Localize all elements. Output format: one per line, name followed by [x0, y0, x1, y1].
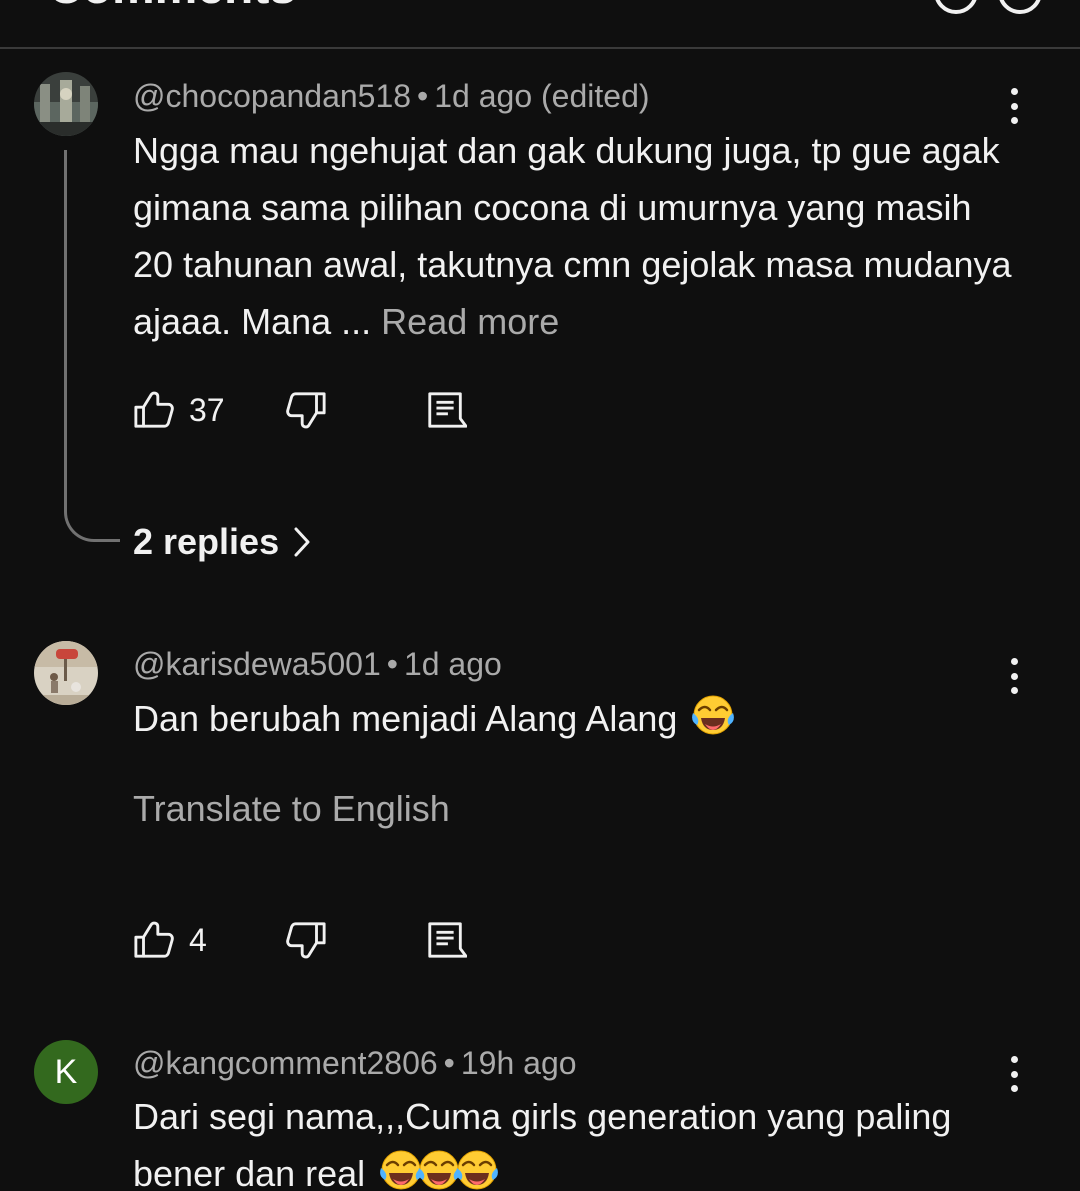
replies-count: 2 replies [133, 521, 280, 562]
comment-text: Dari segi nama,,,Cuma girls generation y… [133, 1096, 952, 1191]
like-count: 4 [189, 922, 207, 958]
comment-meta: @chocopandan518 • 1d ago (edited) [133, 78, 650, 114]
translate-link[interactable]: Translate to English [133, 791, 450, 827]
comment-text: Dan berubah menjadi Alang Alang [133, 690, 1013, 747]
comment-time: 1d ago [403, 646, 502, 682]
avatar[interactable] [34, 72, 98, 136]
comment-time: 1d ago (edited) [434, 78, 650, 114]
like-button[interactable]: 4 [133, 919, 207, 961]
thumb-down-icon [285, 389, 327, 431]
comment-meta: @karisdewa5001 • 1d ago [133, 646, 502, 682]
comment-reply-icon [425, 919, 467, 961]
reply-button[interactable] [425, 919, 467, 966]
comment-actions: 4 [133, 919, 533, 963]
comment-meta: @kangcomment2806 • 19h ago [133, 1045, 577, 1081]
thumb-up-icon [133, 919, 175, 961]
read-more-link[interactable]: Read more [381, 301, 559, 342]
tears-of-joy-emoji [691, 693, 735, 737]
view-replies-button[interactable]: 2 replies [133, 524, 311, 560]
dislike-button[interactable] [285, 389, 327, 436]
header-divider [0, 47, 1080, 49]
panel-title: Comments [48, 0, 296, 12]
avatar-letter: K [54, 1052, 78, 1091]
dislike-button[interactable] [285, 919, 327, 966]
comment-author[interactable]: @karisdewa5001 [133, 646, 381, 682]
close-icon[interactable] [998, 0, 1042, 14]
avatar[interactable] [34, 641, 98, 705]
comment-reply-icon [425, 389, 467, 431]
comment-author[interactable]: @chocopandan518 [133, 78, 411, 114]
comment-time: 19h ago [460, 1045, 577, 1081]
thumb-down-icon [285, 919, 327, 961]
avatar[interactable]: K [34, 1040, 98, 1104]
like-button[interactable]: 37 [133, 389, 225, 431]
comments-panel: Comments @chocopandan518•1d ago (edited)… [0, 0, 1080, 1191]
reply-button[interactable] [425, 389, 467, 436]
sort-icon[interactable] [934, 0, 978, 14]
thumb-up-icon [133, 389, 175, 431]
comment-text: Ngga mau ngehujat dan gak dukung juga, t… [133, 130, 1012, 342]
chevron-right-icon [294, 527, 310, 557]
header-controls [934, 0, 1042, 14]
thread-line [64, 150, 120, 542]
like-count: 37 [189, 392, 225, 428]
comment-author[interactable]: @kangcomment2806 [133, 1045, 438, 1081]
comment-actions: 37 [133, 389, 533, 433]
tears-of-joy-emoji [455, 1148, 499, 1191]
